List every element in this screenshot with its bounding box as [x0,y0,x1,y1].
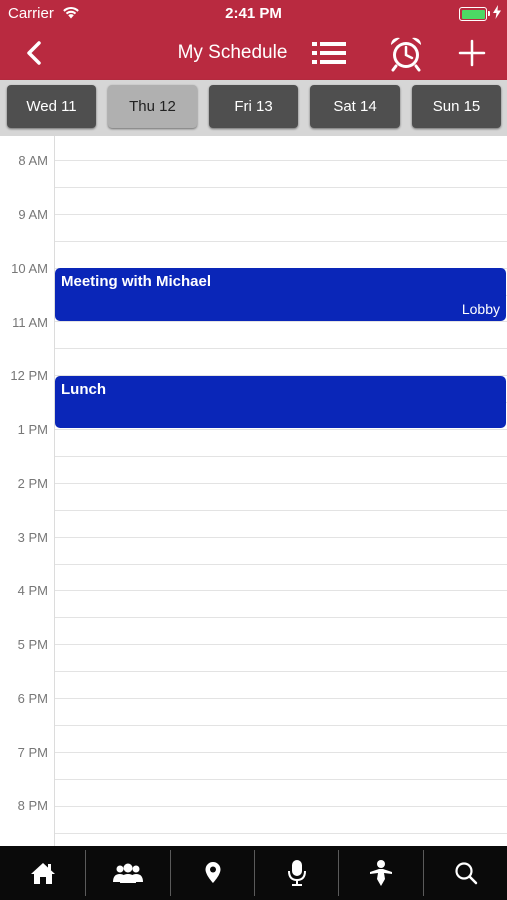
hour-label-3pm: 3 PM [17,530,48,545]
hour-label-11am: 11 AM [12,315,48,330]
hour-label-6pm: 6 PM [17,691,48,706]
map-pin-icon [205,862,220,883]
tab-map[interactable] [171,846,254,900]
event-location: Lobby [461,301,500,317]
tab-speaker[interactable] [339,846,423,900]
day-selector: Wed 11 Thu 12 Fri 13 Sat 14 Sun 15 [0,80,507,136]
hour-gridline [55,160,507,161]
half-hour-gridline [55,241,507,242]
status-bar: Carrier 2:41 PM [0,0,507,28]
event-lunch[interactable]: Lunch [55,376,506,428]
day-tab-sun[interactable]: Sun 15 [412,85,501,128]
event-title: Meeting with Michael [61,273,212,290]
top-bar: Carrier 2:41 PM My Schedule [0,0,507,80]
people-icon [113,863,143,883]
hour-label-10am: 10 AM [11,261,48,276]
list-icon[interactable] [310,38,348,68]
hour-gridline [55,806,507,807]
half-hour-gridline [55,617,507,618]
hour-label-8pm: 8 PM [17,798,48,813]
status-time: 2:41 PM [225,5,282,22]
half-hour-gridline [55,725,507,726]
schedule-grid[interactable]: 8 AM 9 AM 10 AM 11 AM 12 PM 1 PM 2 PM 3 … [0,136,507,846]
half-hour-gridline [55,510,507,511]
hour-gridline [55,483,507,484]
tab-people[interactable] [86,846,170,900]
charging-bolt-icon [493,5,501,19]
alarm-clock-icon[interactable] [387,35,425,73]
day-tab-thu[interactable]: Thu 12 [108,85,197,128]
half-hour-gridline [55,671,507,672]
hour-label-5pm: 5 PM [17,637,48,652]
hour-gridline [55,698,507,699]
time-axis-divider [54,136,55,846]
microphone-icon [287,860,306,886]
half-hour-gridline [55,456,507,457]
back-chevron-icon[interactable] [20,38,50,68]
hour-label-12pm: 12 PM [10,368,48,383]
navigation-bar: My Schedule [0,28,507,80]
tab-search[interactable] [424,846,507,900]
tab-bar [0,846,507,900]
speaker-icon [370,860,392,886]
hour-gridline [55,752,507,753]
hour-gridline [55,429,507,430]
day-tab-wed[interactable]: Wed 11 [7,85,96,128]
half-hour-gridline [55,779,507,780]
hour-gridline [55,537,507,538]
hour-gridline [55,321,507,322]
hour-label-4pm: 4 PM [17,583,48,598]
hour-label-8am: 8 AM [18,153,48,168]
hour-gridline [55,644,507,645]
half-hour-gridline [55,564,507,565]
hour-label-2pm: 2 PM [17,476,48,491]
half-hour-gridline [55,833,507,834]
hour-gridline [55,590,507,591]
hour-label-1pm: 1 PM [17,422,48,437]
half-hour-gridline [55,187,507,188]
battery-icon [459,7,490,21]
page-title: My Schedule [177,42,288,63]
day-tab-sat[interactable]: Sat 14 [310,85,400,128]
day-tab-fri[interactable]: Fri 13 [209,85,298,128]
tab-home[interactable] [0,846,85,900]
plus-icon[interactable] [456,37,488,69]
search-icon [454,862,477,885]
hour-gridline [55,214,507,215]
tab-microphone[interactable] [255,846,338,900]
hour-label-9am: 9 AM [18,207,48,222]
hour-label-7pm: 7 PM [17,745,48,760]
event-meeting-with-michael[interactable]: Meeting with Michael Lobby [55,268,506,321]
event-title: Lunch [61,381,106,398]
half-hour-gridline [55,348,507,349]
home-icon [30,863,55,884]
